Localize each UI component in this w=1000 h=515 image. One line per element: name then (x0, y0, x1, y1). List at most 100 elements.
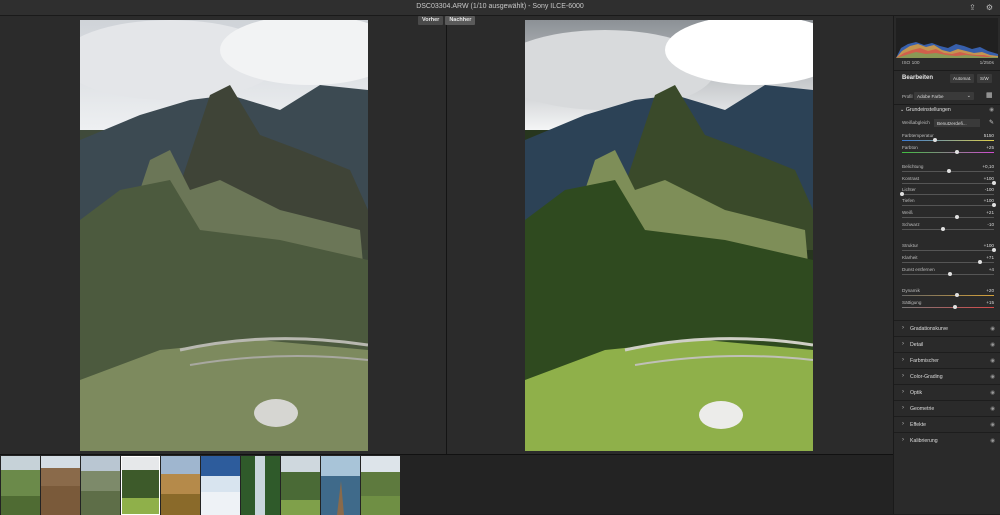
slider-value-input[interactable]: +4 (978, 267, 994, 273)
after-image (525, 20, 813, 451)
section-farbmischer[interactable]: › Farbmischer ◉ (894, 352, 1000, 368)
export-icon[interactable]: ⇪ (968, 3, 977, 12)
profile-label: Profil (902, 94, 913, 99)
filmstrip-thumb[interactable] (281, 456, 320, 515)
title-bar: DSC03304.ARW (1/10 ausgewählt) - Sony IL… (0, 0, 1000, 16)
chevron-right-icon: › (902, 373, 904, 379)
slider-handle[interactable] (947, 272, 952, 277)
wb-value: Benutzerdefi... (937, 120, 967, 126)
profile-value: Adobe Farbe (917, 93, 944, 99)
profile-select[interactable]: Adobe Farbe ⌄ (914, 92, 974, 100)
eye-icon[interactable]: ◉ (990, 326, 995, 332)
auto-button[interactable]: Automat. (950, 74, 975, 83)
slider-track[interactable] (902, 205, 994, 207)
eye-icon[interactable]: ◉ (990, 374, 995, 380)
slider-value-input[interactable]: +0,10 (978, 164, 994, 170)
slider-handle[interactable] (992, 248, 996, 253)
eye-icon[interactable]: ◉ (990, 422, 995, 428)
slider-label: Farbton (902, 145, 918, 150)
filmstrip-thumb[interactable] (361, 456, 400, 515)
after-button[interactable]: Nachher (445, 16, 476, 25)
slider-handle[interactable] (992, 181, 996, 186)
bw-button[interactable]: S/W (977, 74, 992, 83)
slider-track[interactable] (902, 229, 994, 231)
slider-handle[interactable] (992, 203, 996, 208)
slider-label: Weiß (902, 210, 913, 215)
eye-icon[interactable]: ◉ (990, 342, 995, 348)
slider-label: Dynamik (902, 288, 920, 293)
slider-row: Dunst entfernen +4 (902, 267, 994, 277)
section-geometrie[interactable]: › Geometrie ◉ (894, 400, 1000, 416)
slider-track[interactable] (902, 140, 994, 142)
slider-track[interactable] (902, 217, 994, 219)
slider-handle[interactable] (955, 293, 960, 298)
chevron-right-icon: › (902, 357, 904, 363)
filmstrip-thumb[interactable] (41, 456, 80, 515)
wb-select[interactable]: Benutzerdefi... (934, 119, 980, 127)
slider-track[interactable] (902, 194, 994, 196)
section-title: Detail (910, 342, 924, 348)
slider-row: Struktur +100 (902, 243, 996, 253)
section-title: Color-Grading (910, 374, 943, 380)
slider-track[interactable] (902, 183, 994, 185)
slider-handle[interactable] (900, 192, 904, 197)
filmstrip-thumb[interactable] (201, 456, 240, 515)
eye-icon[interactable]: ◉ (990, 358, 995, 364)
slider-label: Schwarz (902, 222, 920, 227)
filmstrip-thumb[interactable] (81, 456, 120, 515)
slider-row: Lichter -100 (900, 187, 994, 197)
filmstrip-thumb-selected[interactable] (121, 456, 160, 515)
gear-icon[interactable]: ⚙ (985, 3, 994, 12)
slider-track[interactable] (902, 295, 994, 297)
eye-icon[interactable]: ◉ (989, 107, 994, 113)
chevron-down-icon: ⌄ (900, 107, 905, 113)
filmstrip-thumb[interactable] (321, 456, 360, 515)
eye-icon[interactable]: ◉ (990, 438, 995, 444)
filmstrip-thumb[interactable] (241, 456, 280, 515)
wb-label: Weißabgleich (902, 120, 930, 125)
slider-track[interactable] (902, 250, 994, 252)
chevron-right-icon: › (902, 421, 904, 427)
eye-icon[interactable]: ◉ (990, 406, 995, 412)
section-basic[interactable]: ⌄ Grundeinstellungen (900, 107, 951, 113)
section-title: Gradationskurve (910, 326, 949, 332)
slider-value-input[interactable]: +21 (978, 210, 994, 216)
eyedropper-icon[interactable]: ✎ (989, 119, 994, 126)
slider-value-input[interactable]: -100 (978, 187, 994, 193)
chevron-right-icon: › (902, 341, 904, 347)
edit-panel: ISO 100 1/250s Bearbeiten Automat. S/W P… (893, 16, 1000, 514)
section-kalibrierung[interactable]: › Kalibrierung ◉ (894, 432, 1000, 448)
slider-handle[interactable] (941, 227, 946, 232)
window-title: DSC03304.ARW (1/10 ausgewählt) - Sony IL… (416, 3, 584, 10)
slider-row: Weiß +21 (902, 210, 994, 220)
slider-handle[interactable] (955, 150, 960, 155)
slider-label: Kontrast (902, 176, 920, 181)
filmstrip-thumb[interactable] (1, 456, 40, 515)
slider-handle[interactable] (933, 138, 938, 143)
shutter-readout: 1/250s (979, 61, 994, 66)
section-detail[interactable]: › Detail ◉ (894, 336, 1000, 352)
slider-value-input[interactable]: +25 (978, 145, 994, 151)
eye-icon[interactable]: ◉ (990, 390, 995, 396)
slider-value-input[interactable]: +20 (978, 288, 994, 294)
slider-value-input[interactable]: 5150 (978, 133, 994, 139)
before-button[interactable]: Vorher (418, 16, 444, 25)
slider-handle[interactable] (946, 169, 951, 174)
slider-track[interactable] (902, 152, 994, 154)
slider-row: Schwarz -10 (902, 222, 994, 232)
section-color-grading[interactable]: › Color-Grading ◉ (894, 368, 1000, 384)
filmstrip-thumb[interactable] (161, 456, 200, 515)
slider-value-input[interactable]: -10 (978, 222, 994, 228)
slider-handle[interactable] (978, 260, 983, 265)
profile-browser-icon[interactable]: ▦ (986, 92, 994, 100)
filmstrip (0, 454, 893, 515)
slider-value-input[interactable]: +15 (978, 300, 994, 306)
section-gradationskurve[interactable]: › Gradationskurve ◉ (894, 320, 1000, 336)
compare-divider (446, 16, 447, 454)
section-optik[interactable]: › Optik ◉ (894, 384, 1000, 400)
before-image (80, 20, 368, 451)
slider-handle[interactable] (953, 305, 958, 310)
section-effekte[interactable]: › Effekte ◉ (894, 416, 1000, 432)
slider-handle[interactable] (955, 215, 960, 220)
slider-track[interactable] (902, 307, 994, 309)
